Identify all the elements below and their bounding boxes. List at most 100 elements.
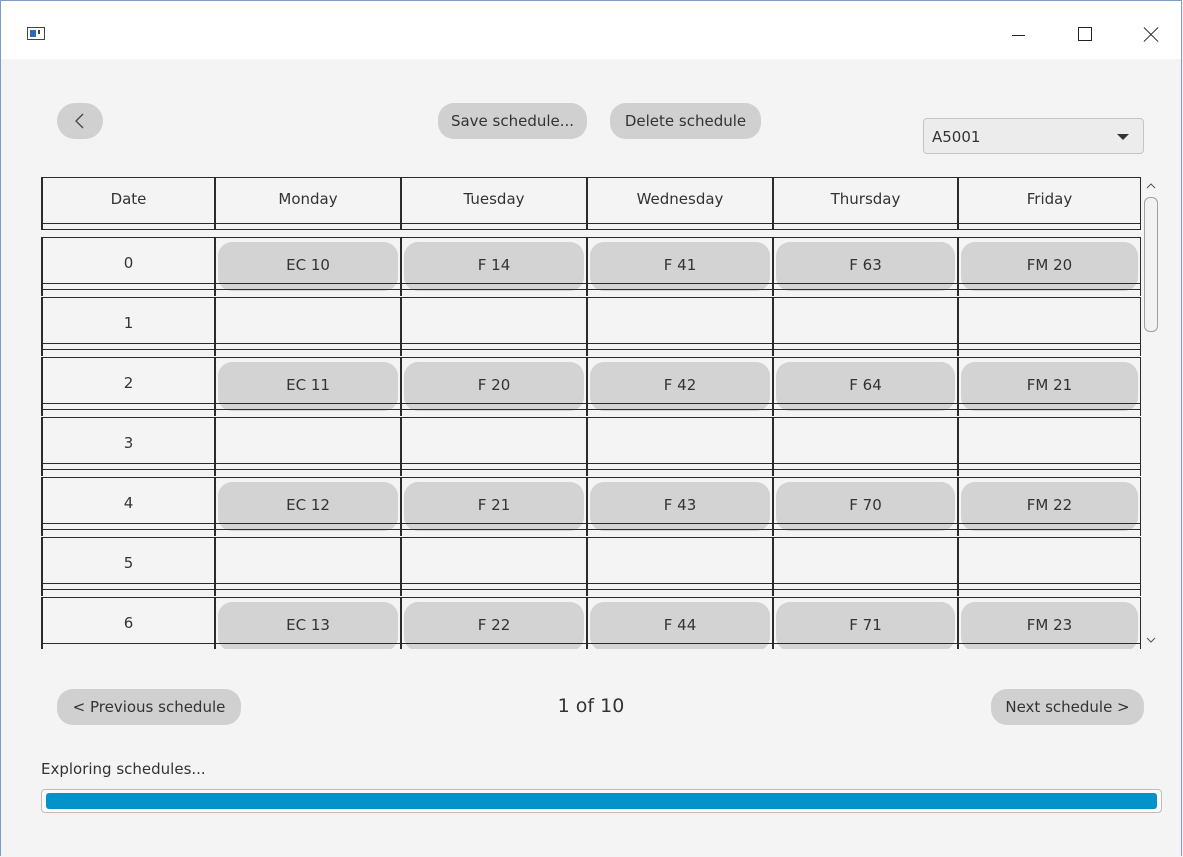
schedule-cell[interactable]: F 20 (400, 357, 587, 416)
date-label: 6 (123, 614, 134, 632)
class-slot-button[interactable]: F 22 (404, 602, 584, 649)
date-cell: 4 (41, 477, 215, 536)
schedule-cell[interactable] (957, 537, 1141, 596)
schedule-cell[interactable] (772, 417, 958, 476)
schedule-cell[interactable] (400, 537, 587, 596)
schedule-cell[interactable]: F 70 (772, 477, 958, 536)
row-divider (41, 409, 1141, 410)
header-divider (41, 223, 1141, 224)
schedule-cell[interactable]: F 42 (586, 357, 773, 416)
class-slot-label: F 44 (663, 616, 697, 634)
row-divider (41, 643, 1141, 644)
scroll-down-icon[interactable] (1146, 635, 1156, 645)
schedule-cell[interactable]: F 21 (400, 477, 587, 536)
row-divider (41, 463, 1141, 464)
column-header-date[interactable]: Date (41, 177, 215, 229)
schedule-cell[interactable] (214, 417, 401, 476)
date-label: 1 (123, 314, 134, 332)
class-slot-label: F 71 (849, 616, 882, 634)
schedule-cell[interactable]: EC 10 (214, 237, 401, 296)
row-divider (41, 237, 1141, 238)
progress-bar (41, 789, 1162, 813)
column-header-monday[interactable]: Monday (214, 177, 401, 229)
course-select[interactable]: A5001 (923, 118, 1144, 154)
schedule-cell[interactable] (400, 297, 587, 356)
column-header-label: Wednesday (636, 190, 724, 208)
schedule-cell[interactable]: EC 13 (214, 597, 401, 649)
schedule-cell[interactable]: FM 23 (957, 597, 1141, 649)
row-divider (41, 343, 1141, 344)
column-header-thursday[interactable]: Thursday (772, 177, 958, 229)
schedule-cell[interactable]: F 43 (586, 477, 773, 536)
class-slot-button[interactable]: F 44 (590, 602, 770, 649)
maximize-icon[interactable] (1063, 19, 1109, 49)
row-divider (41, 477, 1141, 478)
schedule-table: Date Monday Tuesday Wednesday Thursday Friday… (41, 177, 1160, 649)
date-cell: 1 (41, 297, 215, 356)
row-divider (41, 417, 1141, 418)
row-divider (41, 403, 1141, 404)
schedule-cell[interactable]: F 64 (772, 357, 958, 416)
column-header-wednesday[interactable]: Wednesday (586, 177, 773, 229)
schedule-cell[interactable]: FM 21 (957, 357, 1141, 416)
header-divider (41, 229, 1141, 230)
column-header-friday[interactable]: Friday (957, 177, 1141, 229)
schedule-cell[interactable]: FM 22 (957, 477, 1141, 536)
title-bar (1, 1, 1181, 59)
row-divider (41, 583, 1141, 584)
schedule-cell[interactable]: EC 12 (214, 477, 401, 536)
schedule-cell[interactable] (772, 297, 958, 356)
table-row: 5 (41, 537, 1141, 596)
progress-bar-fill (46, 793, 1157, 809)
schedule-cell[interactable]: F 63 (772, 237, 958, 296)
date-label: 2 (123, 374, 134, 392)
row-divider (41, 357, 1141, 358)
column-header-label: Date (110, 190, 147, 208)
table-row: 4 EC 12 F 21 F 43 F 70 FM 22 (41, 477, 1141, 536)
row-divider (41, 283, 1141, 284)
schedule-cell[interactable] (214, 537, 401, 596)
status-text: Exploring schedules... (41, 760, 206, 778)
column-header-tuesday[interactable]: Tuesday (400, 177, 587, 229)
next-schedule-button[interactable]: Next schedule > (991, 689, 1144, 725)
save-schedule-button[interactable]: Save schedule... (438, 103, 587, 139)
schedule-cell[interactable] (586, 297, 773, 356)
table-scrollbar[interactable] (1142, 177, 1160, 649)
column-header-label: Thursday (830, 190, 901, 208)
header-divider (41, 177, 1141, 178)
minimize-icon[interactable] (996, 19, 1042, 49)
column-header-label: Tuesday (463, 190, 525, 208)
schedule-cell[interactable] (586, 417, 773, 476)
date-cell: 5 (41, 537, 215, 596)
class-slot-button[interactable]: FM 23 (961, 602, 1138, 649)
schedule-cell[interactable] (957, 297, 1141, 356)
class-slot-label: F 22 (477, 616, 511, 634)
close-icon[interactable] (1131, 19, 1177, 49)
previous-schedule-button[interactable]: < Previous schedule (57, 689, 241, 725)
delete-schedule-button[interactable]: Delete schedule (610, 103, 761, 139)
schedule-cell[interactable] (586, 537, 773, 596)
schedule-cell[interactable] (400, 417, 587, 476)
table-row: 6 EC 13 F 22 F 44 F 71 FM 23 (41, 597, 1141, 649)
schedule-cell[interactable]: EC 11 (214, 357, 401, 416)
app-window: Save schedule... Delete schedule A5001 D… (0, 0, 1182, 856)
schedule-cell[interactable]: F 41 (586, 237, 773, 296)
schedule-cell[interactable] (772, 537, 958, 596)
date-label: 5 (123, 554, 134, 572)
schedule-cell[interactable]: F 71 (772, 597, 958, 649)
chevron-left-icon (75, 113, 84, 129)
back-button[interactable] (57, 103, 103, 139)
date-cell: 0 (41, 237, 215, 296)
schedule-cell[interactable]: F 44 (586, 597, 773, 649)
schedule-cell[interactable] (957, 417, 1141, 476)
dropdown-arrow-icon (1117, 134, 1129, 140)
class-slot-button[interactable]: F 71 (776, 602, 955, 649)
date-cell: 2 (41, 357, 215, 416)
schedule-cell[interactable]: F 22 (400, 597, 587, 649)
schedule-cell[interactable] (214, 297, 401, 356)
scrollbar-thumb[interactable] (1144, 197, 1158, 332)
schedule-cell[interactable]: F 14 (400, 237, 587, 296)
scroll-up-icon[interactable] (1146, 181, 1156, 191)
class-slot-button[interactable]: EC 13 (218, 602, 398, 649)
schedule-cell[interactable]: FM 20 (957, 237, 1141, 296)
